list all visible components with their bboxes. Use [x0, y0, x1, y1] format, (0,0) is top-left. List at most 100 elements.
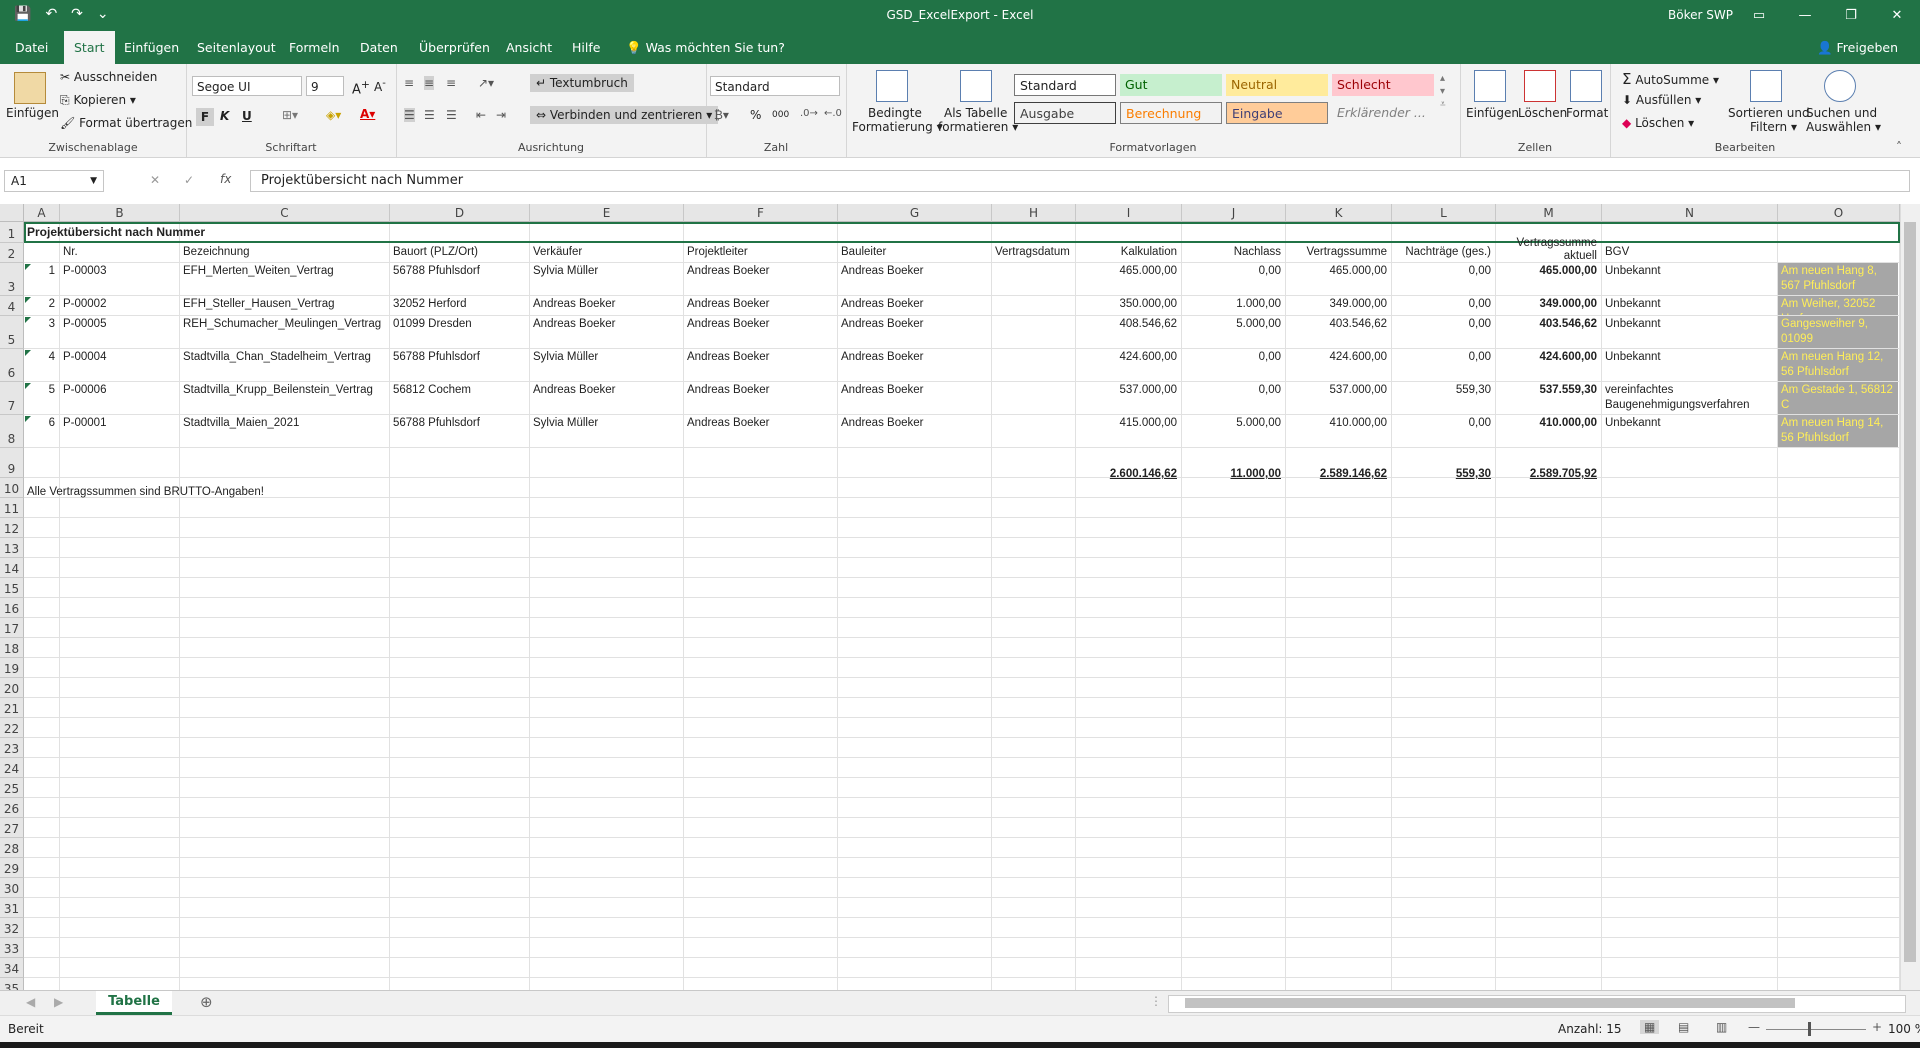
cell-bl[interactable]: Andreas Boeker — [838, 296, 990, 315]
copy-button[interactable]: ⎘ Kopieren ▾ — [60, 93, 136, 108]
cell-idx[interactable]: 6 — [24, 415, 58, 447]
maximize-icon[interactable]: ❐ — [1828, 0, 1874, 31]
header-bezeichnung[interactable]: Bezeichnung — [180, 244, 388, 263]
cell-nr[interactable]: P-00003 — [60, 263, 178, 295]
cell-nt[interactable]: 0,00 — [1392, 415, 1494, 447]
cell-pl[interactable]: Andreas Boeker — [684, 382, 836, 414]
row-header[interactable]: 29 — [0, 858, 24, 878]
cancel-icon[interactable]: ✕ — [150, 173, 160, 187]
cell-vsa[interactable]: 349.000,00 — [1496, 296, 1600, 315]
brutto-note[interactable]: Alle Vertragssummen sind BRUTTO-Angaben! — [24, 484, 624, 503]
row-header[interactable]: 3 — [0, 263, 24, 296]
border-icon[interactable]: ⊞▾ — [282, 108, 298, 122]
zoom-in-icon[interactable]: + — [1872, 1020, 1882, 1034]
font-size-select[interactable]: 9 — [306, 76, 344, 96]
total-vertragssumme-aktuell[interactable]: 2.589.705,92 — [1496, 453, 1600, 483]
header-bauleiter[interactable]: Bauleiter — [838, 244, 990, 263]
header-bauort[interactable]: Bauort (PLZ/Ort) — [390, 244, 528, 263]
cell-idx[interactable]: 3 — [24, 316, 58, 348]
total-vertragssumme[interactable]: 2.589.146,62 — [1286, 453, 1390, 483]
header-vertragssumme[interactable]: Vertragssumme — [1286, 244, 1390, 263]
cell-adr[interactable]: Am Weiher, 32052 Herf — [1778, 296, 1898, 315]
cell-vk[interactable]: Sylvia Müller — [530, 349, 682, 381]
column-header[interactable]: D — [390, 204, 530, 222]
find-select-icon[interactable] — [1824, 70, 1856, 102]
row-header[interactable]: 33 — [0, 938, 24, 958]
cell-adr[interactable]: Am neuen Hang 12, 56 Pfuhlsdorf — [1778, 349, 1898, 381]
cell-vs[interactable]: 410.000,00 — [1286, 415, 1390, 447]
autosum-button[interactable]: Σ AutoSumme ▾ — [1622, 70, 1719, 88]
horizontal-scrollbar[interactable] — [1168, 995, 1906, 1013]
cell-bl[interactable]: Andreas Boeker — [838, 316, 990, 348]
row-header[interactable]: 6 — [0, 349, 24, 382]
row-header[interactable]: 25 — [0, 778, 24, 798]
cell-bgv[interactable]: Unbekannt — [1602, 316, 1776, 348]
row-header[interactable]: 34 — [0, 958, 24, 978]
cell-ort[interactable]: 32052 Herford — [390, 296, 528, 315]
row-header[interactable]: 17 — [0, 618, 24, 638]
header-verkaeufer[interactable]: Verkäufer — [530, 244, 682, 263]
ribbon-display-icon[interactable]: ▭ — [1736, 0, 1782, 31]
row-header[interactable]: 13 — [0, 538, 24, 558]
align-top-icon[interactable]: ≡ — [404, 76, 414, 90]
status-count[interactable]: Anzahl: 15 — [1558, 1022, 1622, 1036]
style-erklaerend[interactable]: Erklärender ... — [1332, 102, 1434, 124]
cell-bgv[interactable]: Unbekannt — [1602, 415, 1776, 447]
tab-ueberpruefen[interactable]: Überprüfen — [409, 31, 500, 64]
row-header[interactable]: 23 — [0, 738, 24, 758]
vertical-scroll-thumb[interactable] — [1904, 222, 1916, 962]
cell-bl[interactable]: Andreas Boeker — [838, 349, 990, 381]
cell-nr[interactable]: P-00002 — [60, 296, 178, 315]
column-header[interactable]: J — [1182, 204, 1286, 222]
thousands-button[interactable]: 000 — [772, 110, 789, 120]
row-header[interactable]: 19 — [0, 658, 24, 678]
cell-nt[interactable]: 0,00 — [1392, 263, 1494, 295]
row-header[interactable]: 12 — [0, 518, 24, 538]
select-all-corner[interactable] — [0, 204, 24, 222]
cell-adr[interactable]: Am neuen Hang 8, 567 Pfuhlsdorf — [1778, 263, 1898, 295]
column-header[interactable]: C — [180, 204, 390, 222]
tab-seitenlayout[interactable]: Seitenlayout — [187, 31, 286, 64]
style-ausgabe[interactable]: Ausgabe — [1014, 102, 1116, 124]
cell-nt[interactable]: 0,00 — [1392, 349, 1494, 381]
cell-ort[interactable]: 56812 Cochem — [390, 382, 528, 414]
formula-input[interactable]: Projektübersicht nach Nummer — [250, 170, 1910, 192]
percent-button[interactable]: % — [750, 108, 761, 122]
tab-datei[interactable]: Datei — [5, 31, 58, 64]
close-icon[interactable]: ✕ — [1874, 0, 1920, 31]
italic-button[interactable]: K — [220, 109, 229, 123]
cell-bez[interactable]: Stadtvilla_Maien_2021 — [180, 415, 388, 447]
cell-ort[interactable]: 56788 Pfuhlsdorf — [390, 415, 528, 447]
horizontal-scroll-thumb[interactable] — [1185, 998, 1795, 1008]
decrease-indent-icon[interactable]: ⇤ — [476, 108, 486, 122]
cell-ort[interactable]: 56788 Pfuhlsdorf — [390, 349, 528, 381]
collapse-ribbon-icon[interactable]: ˄ — [1896, 140, 1902, 154]
cell-kalk[interactable]: 465.000,00 — [1076, 263, 1180, 295]
increase-indent-icon[interactable]: ⇥ — [496, 108, 506, 122]
cell-pl[interactable]: Andreas Boeker — [684, 316, 836, 348]
bold-button[interactable]: F — [196, 108, 214, 126]
cell-nr[interactable]: P-00004 — [60, 349, 178, 381]
insert-cells-icon[interactable] — [1474, 70, 1506, 102]
cell-bl[interactable]: Andreas Boeker — [838, 382, 990, 414]
next-sheet-icon[interactable]: ▶ — [54, 995, 63, 1009]
cell-ort[interactable]: 56788 Pfuhlsdorf — [390, 263, 528, 295]
header-kalkulation[interactable]: Kalkulation — [1076, 244, 1180, 263]
row-header[interactable]: 16 — [0, 598, 24, 618]
row-header[interactable]: 8 — [0, 415, 24, 448]
cell-nt[interactable]: 0,00 — [1392, 316, 1494, 348]
zoom-slider[interactable] — [1766, 1029, 1866, 1030]
conditional-format-label-2[interactable]: Formatierung ▾ — [852, 120, 943, 134]
cell-nl[interactable]: 5.000,00 — [1182, 316, 1284, 348]
align-bottom-icon[interactable]: ≡ — [446, 76, 456, 90]
fill-color-icon[interactable]: ◈▾ — [326, 108, 341, 122]
cell-nt[interactable]: 0,00 — [1392, 296, 1494, 315]
font-color-icon[interactable]: A▾ — [360, 107, 375, 121]
column-header[interactable]: G — [838, 204, 992, 222]
header-nr[interactable]: Nr. — [60, 244, 178, 263]
number-format-select[interactable]: Standard — [710, 76, 840, 96]
paste-button[interactable]: Einfügen — [6, 106, 59, 120]
style-standard[interactable]: Standard — [1014, 74, 1116, 96]
row-header[interactable]: 21 — [0, 698, 24, 718]
cell-bl[interactable]: Andreas Boeker — [838, 263, 990, 295]
